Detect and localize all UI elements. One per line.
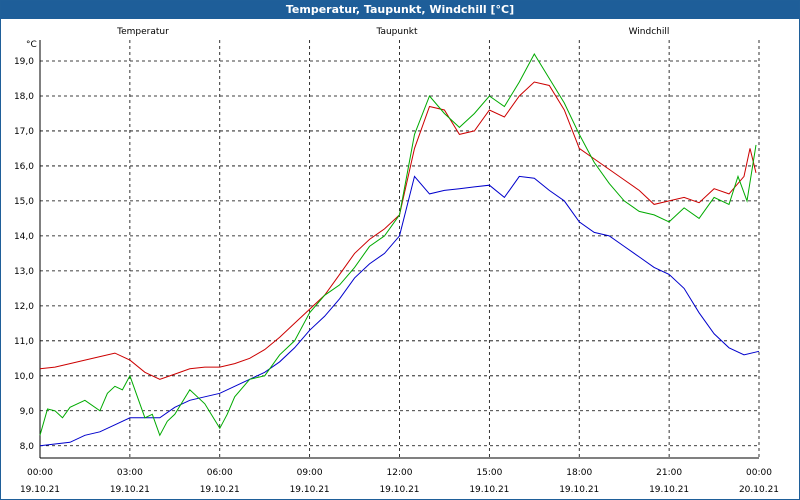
y-tick-label: 9,0 xyxy=(20,407,35,417)
y-axis-unit-label: °C xyxy=(26,40,37,50)
y-tick-label: 18,0 xyxy=(14,92,34,102)
x-tick-time-label: 15:00 xyxy=(476,468,502,478)
y-tick-label: 13,0 xyxy=(14,267,34,277)
x-tick-time-label: 09:00 xyxy=(297,468,323,478)
y-tick-label: 10,0 xyxy=(14,372,34,382)
x-tick-time-label: 21:00 xyxy=(656,468,682,478)
x-tick-time-label: 03:00 xyxy=(117,468,143,478)
y-tick-label: 12,0 xyxy=(14,302,34,312)
x-tick-date-label: 19.10.21 xyxy=(649,485,689,495)
x-tick-date-label: 19.10.21 xyxy=(559,485,599,495)
y-tick-label: 15,0 xyxy=(14,197,34,207)
x-tick-date-label: 19.10.21 xyxy=(20,485,60,495)
x-tick-time-label: 12:00 xyxy=(387,468,413,478)
x-tick-time-label: 18:00 xyxy=(566,468,592,478)
x-tick-time-label: 06:00 xyxy=(207,468,233,478)
x-tick-time-label: 00:00 xyxy=(746,468,772,478)
y-tick-label: 17,0 xyxy=(14,127,34,137)
x-tick-date-label: 20.10.21 xyxy=(739,485,779,495)
x-tick-time-label: 00:00 xyxy=(27,468,53,478)
legend-taupunkt: Taupunkt xyxy=(375,27,418,37)
x-tick-date-label: 19.10.21 xyxy=(290,485,330,495)
y-tick-label: 11,0 xyxy=(14,337,34,347)
legend-windchill: Windchill xyxy=(629,27,670,37)
y-tick-label: 8,0 xyxy=(20,442,35,452)
series-line-windchill xyxy=(39,52,757,437)
x-tick-date-label: 19.10.21 xyxy=(379,485,419,495)
y-tick-label: 14,0 xyxy=(14,232,34,242)
chart-svg: °C Temperatur Taupunkt Windchill 8,0 9,0 1… xyxy=(14,27,779,495)
x-tick-date-label: 19.10.21 xyxy=(110,485,150,495)
legend-temperatur: Temperatur xyxy=(116,27,169,37)
y-tick-label: 16,0 xyxy=(14,162,34,172)
y-tick-label: 19,0 xyxy=(14,57,34,67)
x-tick-date-label: 19.10.21 xyxy=(469,485,509,495)
x-tick-date-label: 19.10.21 xyxy=(200,485,240,495)
series-line-temperatur xyxy=(39,81,757,380)
